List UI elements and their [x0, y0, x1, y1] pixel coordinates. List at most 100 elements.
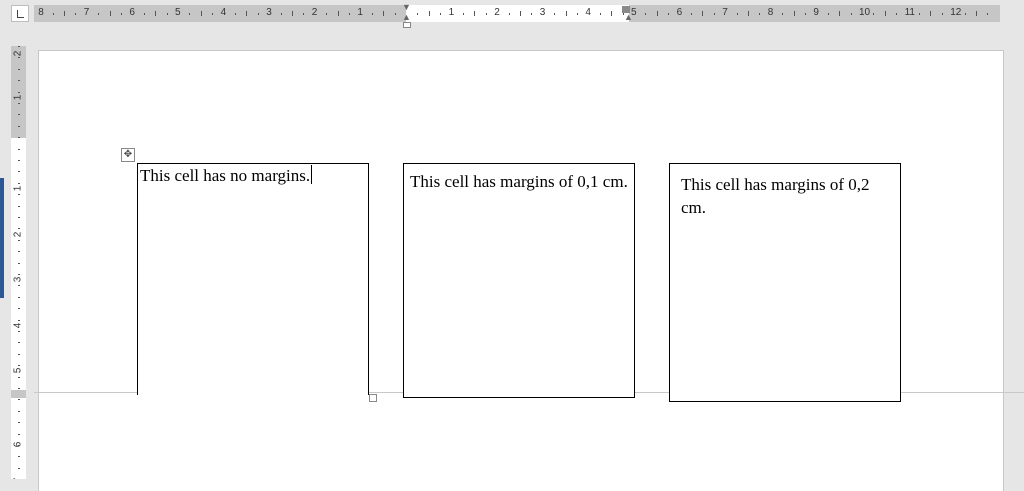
ruler-tick	[326, 13, 327, 15]
ruler-number: 10	[859, 7, 871, 18]
ruler-tick	[235, 13, 236, 15]
ruler-tick	[896, 13, 897, 15]
ruler-tick	[531, 13, 532, 15]
ruler-number: 3	[539, 7, 546, 18]
table-cell-2[interactable]: This cell has margins of 0,1 cm.	[403, 163, 635, 398]
ruler-number: 9	[813, 7, 819, 18]
table-cell-3[interactable]: This cell has margins of 0,2 cm.	[669, 163, 901, 402]
ruler-tick	[18, 297, 20, 298]
ruler-tick	[167, 13, 168, 15]
right-indent-marker[interactable]: ▲	[624, 13, 633, 22]
window-edge	[0, 0, 4, 479]
ruler-tick	[155, 11, 156, 16]
ruler-tick	[18, 206, 20, 207]
ruler-tick	[748, 11, 749, 16]
ruler-tick	[18, 263, 20, 264]
ruler-number: 2	[12, 231, 24, 238]
ruler-number: 1	[12, 94, 24, 101]
tab-stop-selector[interactable]	[11, 5, 29, 22]
ruler-tick	[942, 13, 943, 15]
ruler-tick	[429, 11, 430, 16]
ruler-tick	[18, 217, 20, 218]
ruler-tick	[474, 11, 475, 16]
ruler-number: 4	[220, 7, 227, 18]
ruler-tick	[600, 13, 601, 15]
ruler-tick	[18, 456, 20, 457]
vertical-ruler[interactable]: 211234567	[11, 46, 26, 479]
ruler-tick	[201, 11, 202, 16]
ruler-tick	[18, 69, 20, 70]
ruler-tick	[121, 13, 122, 15]
table-cell-1[interactable]: This cell has no margins.	[137, 163, 369, 395]
ruler-tick	[18, 103, 20, 104]
ruler-tick	[18, 308, 20, 309]
ruler-tick	[18, 194, 20, 195]
ruler-number: 2	[494, 7, 500, 18]
ruler-tick	[737, 13, 738, 15]
ruler-tick	[110, 11, 111, 16]
horizontal-ruler[interactable]: 8 7 6 5 4 3 2 1 1 2 3 4 5 6 7 8 9 10 11 12	[34, 5, 1000, 22]
ruler-tick	[18, 114, 20, 115]
ruler-tick	[18, 388, 20, 389]
ruler-tick	[18, 171, 20, 172]
ruler-tick	[383, 11, 384, 16]
ruler-number: 8	[767, 7, 774, 18]
ruler-tick	[18, 422, 20, 423]
ruler-tick	[645, 13, 646, 15]
ruler-tick	[18, 126, 20, 127]
ruler-tick	[18, 468, 20, 469]
ruler-number: 6	[676, 7, 683, 18]
cell-3-text: This cell has margins of 0,2 cm.	[681, 175, 870, 217]
ruler-tick	[395, 13, 396, 15]
ruler-tick	[18, 331, 20, 332]
ruler-number: 7	[83, 7, 90, 18]
ruler-tick	[18, 80, 20, 81]
ruler-tick	[509, 13, 510, 15]
ruler-tick	[98, 13, 99, 15]
ruler-tick	[18, 240, 20, 241]
ruler-tick	[668, 13, 669, 15]
ruler-tick	[18, 445, 20, 446]
ruler-tick	[885, 11, 886, 16]
ruler-number: 4	[585, 7, 591, 18]
ruler-tick	[794, 11, 795, 16]
ruler-number: 7	[722, 7, 728, 18]
ruler-tick	[18, 251, 20, 252]
ruler-tick	[18, 137, 20, 138]
ruler-number: 2	[311, 7, 318, 18]
vertical-ruler-row-marker[interactable]	[11, 390, 26, 398]
ruler-tick	[18, 434, 20, 435]
ruler-tick	[919, 13, 920, 15]
ruler-number: 1	[357, 7, 363, 18]
ruler-tick	[463, 13, 464, 15]
table-move-handle[interactable]: ✥	[121, 148, 135, 162]
ruler-tick	[554, 13, 555, 15]
ruler-tick	[577, 13, 578, 15]
ruler-tick	[18, 411, 20, 412]
ruler-tick	[566, 11, 567, 16]
left-indent-marker[interactable]	[403, 22, 411, 28]
first-line-indent-marker[interactable]: ▼	[402, 3, 411, 12]
hanging-indent-marker[interactable]: ▲	[402, 13, 411, 22]
ruler-number: 3	[12, 276, 24, 283]
table-resize-handle[interactable]	[369, 394, 377, 402]
ruler-tick	[144, 13, 145, 15]
ruler-tick	[18, 285, 20, 286]
ruler-tick	[828, 13, 829, 15]
ruler-tick	[18, 160, 20, 161]
ruler-tick	[18, 399, 20, 400]
cell-2-text: This cell has margins of 0,1 cm.	[410, 172, 628, 191]
ruler-tick	[372, 13, 373, 15]
window-accent-strip	[0, 178, 4, 298]
ruler-tick	[759, 13, 760, 15]
ruler-tick	[611, 11, 612, 16]
ruler-number: 5	[12, 367, 24, 374]
ruler-tick	[520, 11, 521, 16]
ruler-tick	[839, 11, 840, 16]
ruler-tick	[976, 11, 977, 16]
ruler-number: 4	[12, 322, 24, 329]
ruler-tick	[338, 11, 339, 16]
ruler-tick	[53, 13, 54, 15]
ruler-tick	[75, 13, 76, 15]
column-marker[interactable]	[622, 6, 630, 13]
